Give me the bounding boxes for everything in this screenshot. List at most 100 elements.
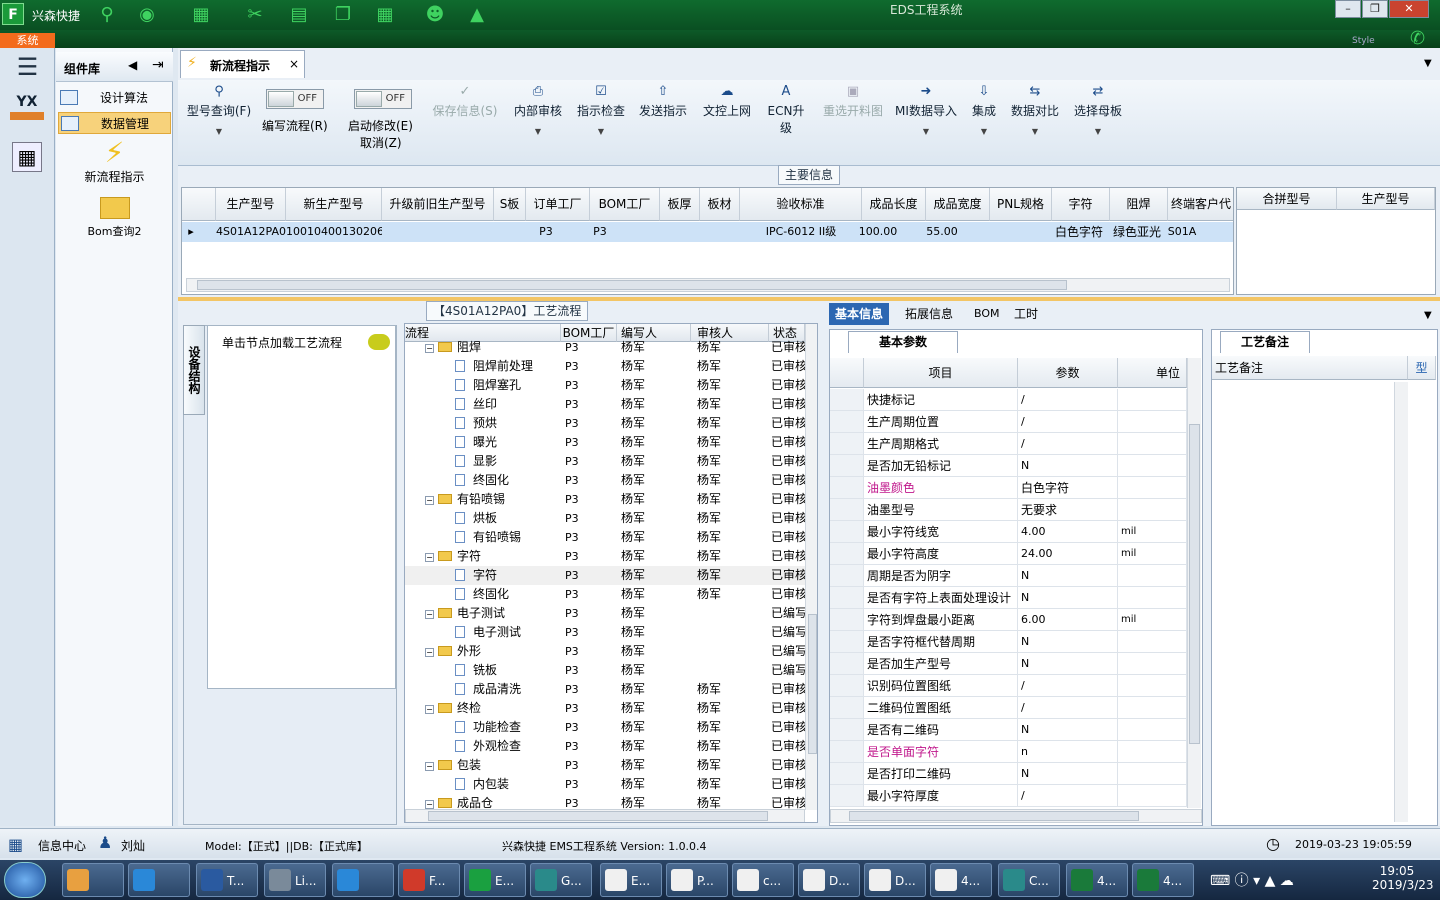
collapse-left-icon[interactable]: ◀	[128, 58, 137, 72]
cell[interactable]: 10010400130206	[286, 222, 382, 242]
mi-data-import-button[interactable]: ➜ MI数据导入 ▼	[894, 84, 958, 136]
row-header[interactable]	[830, 565, 864, 587]
param-value[interactable]: N	[1018, 653, 1118, 675]
tree-item-row[interactable]: 内包装 P3 杨军 杨军 已审核	[405, 775, 805, 794]
cell-writer[interactable]: 杨军	[621, 642, 691, 661]
save-info-button[interactable]: ✓ 保存信息(S)	[428, 84, 502, 119]
row-header[interactable]	[830, 433, 864, 455]
param-row[interactable]: 是否加无铅标记 N	[830, 455, 1187, 477]
param-row[interactable]: 是否加生产型号 N	[830, 653, 1187, 675]
cell-status[interactable]: 已审核	[771, 509, 805, 528]
row-header[interactable]	[830, 499, 864, 521]
doc-tab-new-process[interactable]: ⚡ 新流程指示 ×	[180, 50, 305, 78]
cell-status[interactable]: 已审核	[771, 433, 805, 452]
taskbar-button[interactable]	[62, 863, 124, 897]
dropdown-arrow-icon[interactable]: ▼	[894, 127, 958, 136]
param-row[interactable]: 生产周期位置 /	[830, 411, 1187, 433]
taskbar-button[interactable]	[332, 863, 394, 897]
cell-auditor[interactable]: 杨军	[697, 547, 767, 566]
search-toolbar-icon[interactable]: ⚲	[96, 4, 118, 26]
cell-auditor[interactable]: 杨军	[697, 775, 767, 794]
param-row[interactable]: 最小字符厚度 /	[830, 785, 1187, 807]
restore-button[interactable]: ❐	[1362, 0, 1388, 18]
vertical-scrollbar[interactable]	[1187, 358, 1201, 808]
tree-item-row[interactable]: 阻焊前处理 P3 杨军 杨军 已审核	[405, 357, 805, 376]
tab-list-dropdown-icon[interactable]: ▼	[1424, 58, 1432, 69]
dropdown-arrow-icon[interactable]: ▼	[574, 127, 628, 136]
cell-bom[interactable]: P3	[565, 699, 615, 718]
row-header[interactable]	[830, 389, 864, 411]
column-header[interactable]: PNL规格	[990, 188, 1052, 221]
cell-bom[interactable]: P3	[565, 756, 615, 775]
tree-node-label[interactable]: 功能检查	[455, 718, 561, 737]
row-header[interactable]	[830, 719, 864, 741]
cell[interactable]: 100.00	[846, 222, 910, 242]
cell-status[interactable]: 已审核	[771, 718, 805, 737]
tray-clock[interactable]: 19:05 2019/3/23	[1372, 864, 1434, 892]
tree-item-row[interactable]: 显影 P3 杨军 杨军 已审核	[405, 452, 805, 471]
param-row[interactable]: 油墨颜色 白色字符	[830, 477, 1187, 499]
cell-status[interactable]: 已审核	[771, 376, 805, 395]
param-row[interactable]: 最小字符线宽 4.00 mil	[830, 521, 1187, 543]
param-row[interactable]: 快捷标记 /	[830, 389, 1187, 411]
param-value[interactable]: N	[1018, 763, 1118, 785]
cell-writer[interactable]: 杨军	[621, 585, 691, 604]
cell[interactable]: 白色字符	[1050, 222, 1108, 242]
cell-writer[interactable]: 杨军	[621, 604, 691, 623]
cell-bom[interactable]: P3	[565, 414, 615, 433]
param-row[interactable]: 是否字符框代替周期 N	[830, 631, 1187, 653]
column-header[interactable]: 板材	[700, 188, 740, 221]
column-header[interactable]: 型	[1408, 356, 1436, 380]
collapse-icon[interactable]: −	[425, 705, 434, 714]
tree-item-row[interactable]: 电子测试 P3 杨军 已编写	[405, 623, 805, 642]
cell[interactable]: S01A	[1162, 222, 1202, 242]
tree-group-row[interactable]: − 外形 P3 杨军 已编写	[405, 642, 805, 661]
scroll-thumb[interactable]	[197, 280, 1067, 290]
param-row[interactable]: 是否有字符上表面处理设计 N	[830, 587, 1187, 609]
param-value[interactable]: /	[1018, 697, 1118, 719]
cell-status[interactable]: 已审核	[771, 357, 805, 376]
tree-node-label[interactable]: − 有铅喷锡	[425, 490, 561, 509]
tree-group-row[interactable]: − 电子测试 P3 杨军 已编写	[405, 604, 805, 623]
taskbar-button[interactable]	[128, 863, 190, 897]
param-row[interactable]: 字符到焊盘最小距离 6.00 mil	[830, 609, 1187, 631]
param-value[interactable]: 6.00	[1018, 609, 1118, 631]
cell-auditor[interactable]: 杨军	[697, 585, 767, 604]
column-header[interactable]: 终端客户代	[1168, 188, 1233, 221]
taskbar-button[interactable]: D...	[798, 863, 860, 897]
cell-writer[interactable]: 杨军	[621, 376, 691, 395]
tab-work-hours[interactable]: 工时	[1008, 303, 1044, 325]
scroll-thumb[interactable]	[849, 811, 1139, 821]
column-header[interactable]: BOM工厂	[590, 188, 660, 221]
cell-bom[interactable]: P3	[565, 376, 615, 395]
integrate-button[interactable]: ⇩ 集成 ▼	[966, 84, 1002, 136]
taskbar-button[interactable]: F...	[398, 863, 460, 897]
vertical-scrollbar[interactable]	[1394, 382, 1408, 822]
select-motherboard-button[interactable]: ⇄ 选择母板 ▼	[1070, 84, 1126, 136]
cell-auditor[interactable]: 杨军	[697, 376, 767, 395]
tree-node-label[interactable]: 字符	[455, 566, 561, 585]
column-header[interactable]: S板	[494, 188, 526, 221]
horizontal-scrollbar[interactable]	[830, 809, 1202, 823]
cell-bom[interactable]: P3	[565, 433, 615, 452]
tree-item-row[interactable]: 有铅喷锡 P3 杨军 杨军 已审核	[405, 528, 805, 547]
collapse-icon[interactable]: −	[425, 496, 434, 505]
tree-group-row[interactable]: − 字符 P3 杨军 杨军 已审核	[405, 547, 805, 566]
param-row[interactable]: 识别码位置图纸 /	[830, 675, 1187, 697]
tree-item-row[interactable]: 终固化 P3 杨军 杨军 已审核	[405, 585, 805, 604]
tree-item-row[interactable]: 预烘 P3 杨军 杨军 已审核	[405, 414, 805, 433]
column-header[interactable]: 工艺备注	[1212, 356, 1408, 380]
cell-writer[interactable]: 杨军	[621, 566, 691, 585]
pin-icon[interactable]: ⇥	[152, 57, 164, 73]
collapse-icon[interactable]: −	[425, 553, 434, 562]
column-header[interactable]: 生产型号	[216, 188, 286, 221]
tree-node-label[interactable]: 丝印	[455, 395, 561, 414]
vertical-scrollbar[interactable]	[805, 324, 817, 810]
comp-item-design-algorithm[interactable]: 设计算法	[58, 87, 171, 109]
row-header[interactable]	[830, 741, 864, 763]
tree-item-row[interactable]: 成品清洗 P3 杨军 杨军 已审核	[405, 680, 805, 699]
taskbar-button[interactable]: G...	[530, 863, 592, 897]
param-value[interactable]: /	[1018, 785, 1118, 807]
cell[interactable]	[660, 222, 700, 242]
cell[interactable]	[382, 222, 494, 242]
